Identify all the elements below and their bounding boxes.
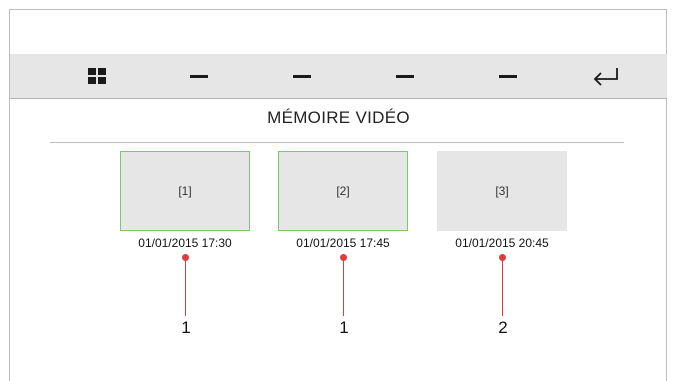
back-button[interactable] <box>588 54 624 98</box>
callout-number: 1 <box>181 318 191 337</box>
toolbar-button-4[interactable] <box>392 54 418 98</box>
title-divider <box>50 142 624 143</box>
toolbar-button-3[interactable] <box>289 54 315 98</box>
dash-icon <box>190 74 208 78</box>
callout-number: 2 <box>498 318 508 337</box>
dash-icon <box>499 74 517 78</box>
dash-icon <box>396 74 414 78</box>
toolbar <box>10 54 667 99</box>
video-label: [3] <box>495 184 509 198</box>
toolbar-button-5[interactable] <box>495 54 521 98</box>
callout-number: 1 <box>339 318 349 337</box>
video-thumbnail-3[interactable]: [3] <box>437 151 567 231</box>
toolbar-button-2[interactable] <box>186 54 212 98</box>
grid-icon <box>88 68 106 84</box>
video-thumbnail-2[interactable]: [2] <box>278 151 408 231</box>
callout-line <box>502 258 503 316</box>
video-timestamp: 01/01/2015 17:45 <box>296 236 390 250</box>
video-timestamp: 01/01/2015 17:30 <box>138 236 232 250</box>
video-thumbnail-1[interactable]: [1] <box>120 151 250 231</box>
video-label: [1] <box>178 184 192 198</box>
video-timestamp: 01/01/2015 20:45 <box>455 236 549 250</box>
dash-icon <box>293 74 311 78</box>
video-label: [2] <box>336 184 350 198</box>
callout-line <box>185 258 186 316</box>
page-title: MÉMOIRE VIDÉO <box>267 108 410 127</box>
menu-button[interactable] <box>84 54 110 98</box>
callout-line <box>343 258 344 316</box>
enter-return-icon <box>593 68 618 86</box>
